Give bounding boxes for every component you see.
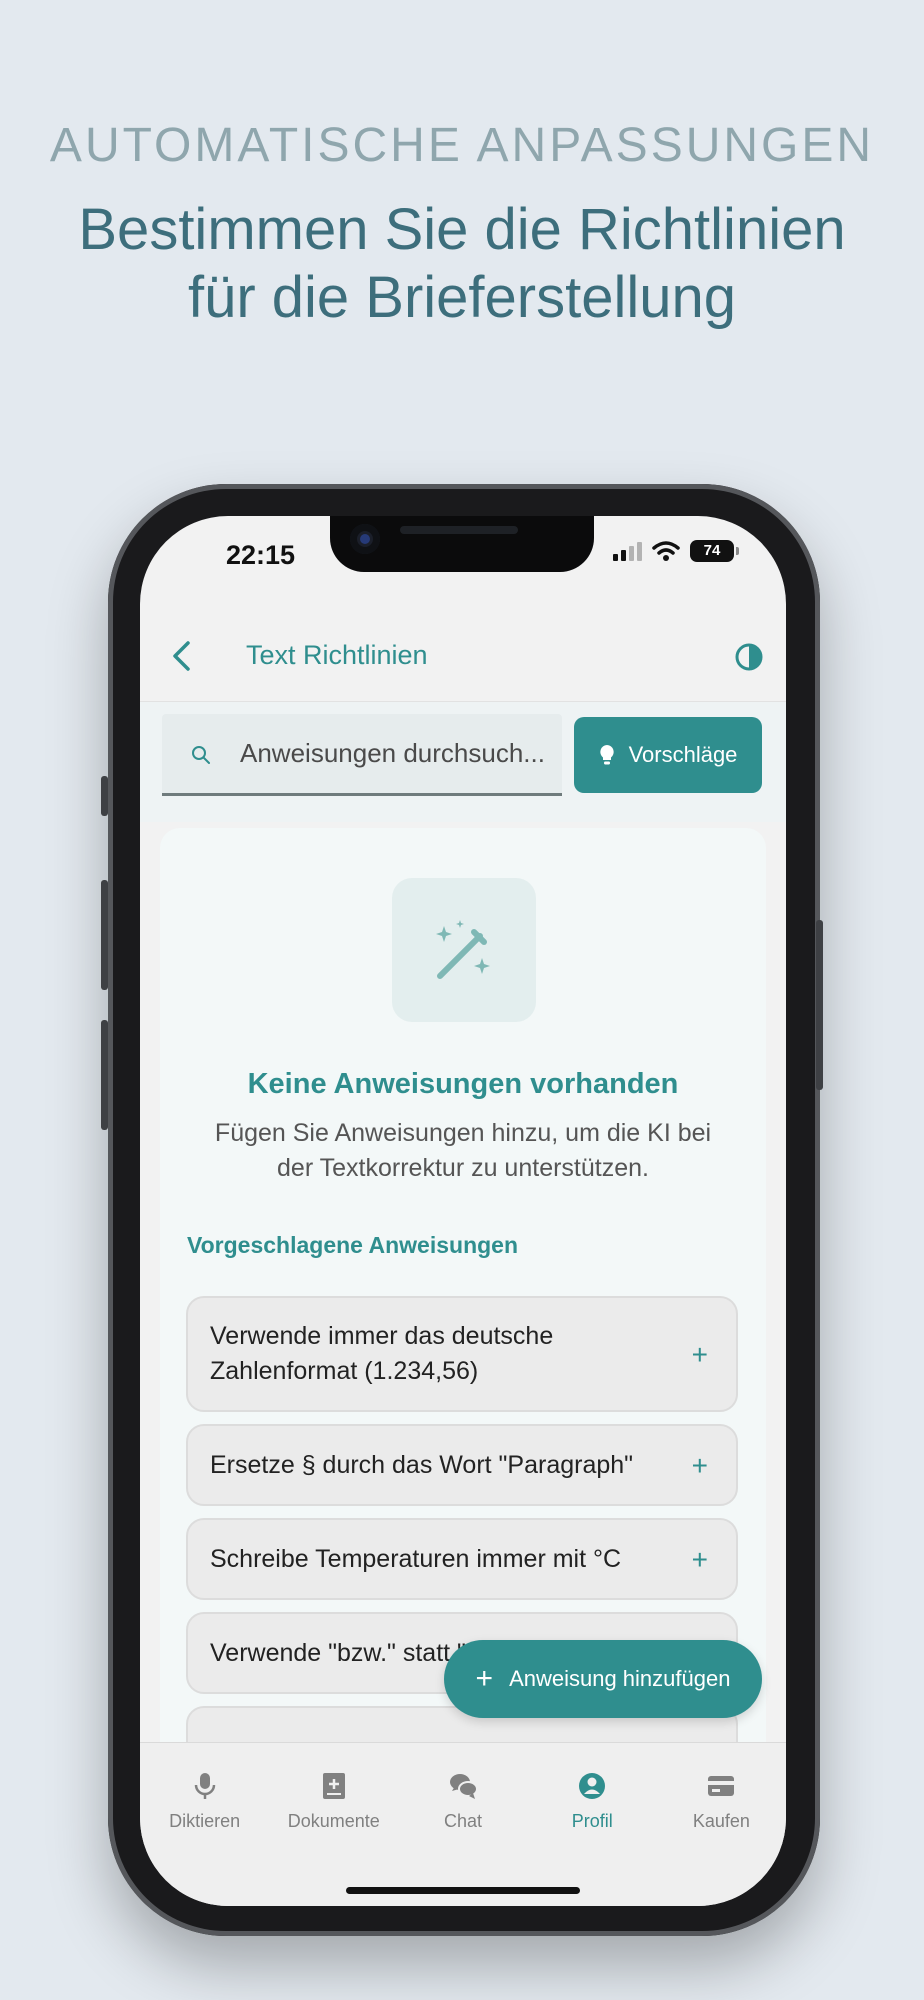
add-instruction-button[interactable]: + Anweisung hinzufügen xyxy=(444,1640,762,1718)
promo-title: Bestimmen Sie die Richtlinien für die Br… xyxy=(0,196,924,332)
notch xyxy=(330,516,594,572)
status-indicators: 74 xyxy=(613,540,739,562)
chat-bubbles-icon xyxy=(450,1774,478,1799)
add-suggestion-icon[interactable]: + xyxy=(692,1337,708,1372)
nav-label: Chat xyxy=(443,1811,483,1831)
nav-label: Diktieren xyxy=(169,1811,241,1831)
credit-card-icon xyxy=(708,1776,735,1796)
nav-item-chat[interactable]: Chat xyxy=(398,1743,527,1906)
home-indicator xyxy=(346,1887,580,1894)
wifi-icon xyxy=(652,541,680,561)
bottom-nav: Diktieren Dokumente Chat Profil Kaufen xyxy=(140,1742,786,1906)
microphone-icon xyxy=(194,1773,215,1799)
suggestions-button-label: Vorschläge xyxy=(628,742,738,767)
add-suggestion-icon[interactable]: + xyxy=(692,1542,708,1577)
add-suggestion-icon[interactable]: + xyxy=(692,1448,708,1483)
chevron-left-icon[interactable] xyxy=(166,638,198,674)
nav-item-diktieren[interactable]: Diktieren xyxy=(140,1743,269,1906)
suggestions-button[interactable]: Vorschläge xyxy=(574,717,762,793)
front-camera xyxy=(350,524,380,554)
suggestion-text: Ersetze § durch das Wort "Paragraph" xyxy=(210,1450,634,1479)
nav-item-dokumente[interactable]: Dokumente xyxy=(269,1743,398,1906)
lightbulb-icon xyxy=(599,745,614,765)
nav-label: Kaufen xyxy=(692,1811,750,1831)
suggested-heading: Vorgeschlagene Anweisungen xyxy=(187,1232,519,1258)
phone-volume-up xyxy=(101,880,108,990)
user-circle-icon xyxy=(579,1773,606,1799)
search-input[interactable] xyxy=(240,714,550,793)
page-title: Text Richtlinien xyxy=(246,640,428,670)
empty-state-icon-box xyxy=(392,878,536,1022)
suggestion-item[interactable]: Ersetze § durch das Wort "Paragraph" + xyxy=(186,1424,738,1506)
search-icon xyxy=(192,746,210,764)
empty-state-title: Keine Anweisungen vorhanden xyxy=(247,1068,679,1100)
book-add-icon xyxy=(322,1773,345,1799)
battery-indicator: 74 xyxy=(690,540,739,562)
phone-power-button xyxy=(816,920,823,1090)
search-field[interactable] xyxy=(162,714,562,796)
nav-item-kaufen[interactable]: Kaufen xyxy=(657,1743,786,1906)
nav-item-profil[interactable]: Profil xyxy=(528,1743,657,1906)
add-instruction-label: Anweisung hinzufügen xyxy=(509,1666,731,1691)
search-row: Vorschläge xyxy=(140,702,786,822)
suggestion-item[interactable]: Verwende immer das deutsche Zahlenformat… xyxy=(186,1296,738,1412)
phone-mute-switch xyxy=(101,776,108,816)
suggestion-text: Verwende immer das deutsche Zahlenformat… xyxy=(210,1322,554,1385)
magic-wand-icon xyxy=(436,920,490,979)
suggestion-text: Verwende "bzw." statt " xyxy=(210,1638,466,1667)
nav-label: Profil xyxy=(571,1811,613,1831)
phone-volume-down xyxy=(101,1020,108,1130)
promo-title-line1: Bestimmen Sie die Richtlinien xyxy=(78,197,846,262)
promo-kicker: AUTOMATISCHE ANPASSUNGEN xyxy=(49,119,875,172)
status-time: 22:15 xyxy=(226,540,296,570)
contrast-icon[interactable] xyxy=(734,642,764,672)
promo-title-line2: für die Brieferstellung xyxy=(187,265,737,330)
plus-icon: + xyxy=(475,1662,494,1695)
cellular-signal-icon xyxy=(613,541,642,561)
app-header: Text Richtlinien xyxy=(140,610,786,702)
suggestion-item[interactable]: Schreibe Temperaturen immer mit °C + xyxy=(186,1518,738,1600)
empty-state-description: Fügen Sie Anweisungen hinzu, um die KI b… xyxy=(214,1119,712,1182)
phone-screen: 22:15 74 Text Richtlinien Anweisungen du… xyxy=(140,516,786,1906)
nav-label: Dokumente xyxy=(287,1811,380,1831)
suggestion-text: Schreibe Temperaturen immer mit °C xyxy=(210,1544,622,1573)
